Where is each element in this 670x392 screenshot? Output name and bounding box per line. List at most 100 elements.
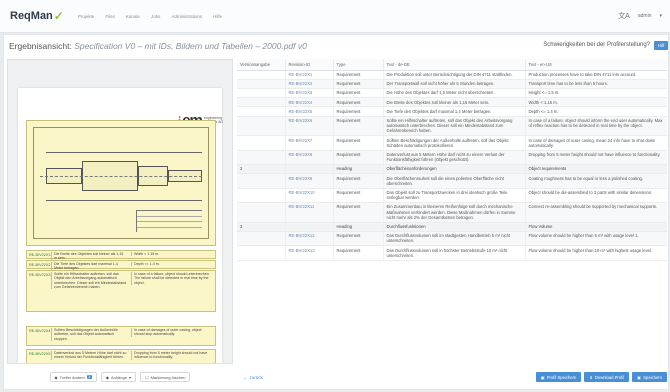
page-title-spec: Specification V0 – mit IDs, Bildern und … — [74, 41, 307, 51]
save-profile-button[interactable]: ▣ Profil Speichern — [535, 372, 582, 382]
table-heading-row[interactable]: 3 Heading Durchflussfunktionen Flow Volume — [237, 222, 667, 232]
column-header-text-en[interactable]: Text - en-US — [525, 59, 667, 71]
nav-item-channels[interactable]: Kanale — [126, 14, 140, 19]
cell-type: Heading — [333, 164, 384, 175]
page-title-prefix: Ergebnisansicht: — [9, 41, 72, 51]
table-row[interactable]: RE-BIV22X5 Requirement Die Tiefe des Objek… — [237, 106, 667, 117]
column-header-revision-id[interactable]: Revision-ID — [285, 59, 334, 71]
table-row[interactable]: RE-BIV22X10 Requirement Das Objekt soll zu… — [237, 188, 667, 203]
table-row[interactable]: RE-BIV22X1 Requirement Die Produktion soll… — [237, 70, 667, 80]
cell-version — [237, 79, 286, 89]
cell-text-de: Die Höhe des Objektes darf 1,5 Meter nic… — [383, 88, 526, 99]
cell-revision-id — [285, 222, 334, 232]
nav-item-help[interactable]: Hilfe — [213, 14, 222, 19]
cell-type: Requirement — [333, 116, 384, 137]
user-menu[interactable]: admin — [638, 13, 652, 19]
table-heading-row[interactable]: 2 Heading Oberflächenanforderungen Object r… — [237, 164, 667, 175]
cell-text-en: In case of damages of outer casing, mean… — [525, 135, 667, 151]
save-icon: ▣ — [540, 374, 545, 380]
requirement-text-en: Depth <= 1.4 m. — [131, 262, 211, 267]
cell-type: Requirement — [333, 150, 384, 165]
save-button[interactable]: ▣ Speichern — [632, 372, 667, 382]
document-requirement-row[interactable]: RE-BIV22X3 Sollte ein Hilfsschalter auft… — [26, 270, 216, 312]
column-header-text-de[interactable]: Text - de-DE — [383, 59, 526, 71]
table-row[interactable]: RE-BIV22X8 Requirement Datenverlust aus 5 … — [237, 150, 667, 165]
nav-item-files[interactable]: Files — [105, 14, 115, 19]
clear-marking-button[interactable]: ☐ Markierung löschen — [139, 372, 191, 382]
table-row[interactable]: RE-BIV22X13 Requirement Das Durchflussvolu… — [237, 245, 667, 261]
table-row[interactable]: RE-BIV22X3 Requirement Die Höhe des Objekt… — [237, 88, 667, 99]
cell-text-de: Sollten Beschädigungen der Außenhülle au… — [383, 135, 526, 151]
cell-revision-id: RE-BIV22X1 — [285, 70, 334, 80]
table-row[interactable]: RE-BIV22X7 Requirement Sollten Beschädigun… — [237, 135, 667, 151]
logo-check-icon: ✓ — [53, 9, 64, 23]
attachments-button[interactable]: ◆ Anhänge ▾ — [100, 372, 136, 382]
cell-revision-id: RE-BIV22X9 — [285, 173, 334, 189]
requirement-text-de: Sollte ein Hilfsschalter auftreten, soll… — [51, 272, 127, 290]
table-header-row: Versionsangabe Revision-ID Type Text - d… — [237, 59, 667, 71]
action-bar: ← zurück ▣ Profil Speichern ⬇ Download P… — [237, 369, 667, 385]
cell-text-de: Die Produktion soll unter Berücksichtigu… — [383, 70, 526, 80]
requirement-id: RE-BIV22X3 — [29, 273, 51, 277]
cell-text-de: Die Tiefe des Objektes darf maximal 1,4 … — [383, 106, 526, 117]
table-row[interactable]: RE-BIV22X12 Requirement Das Durchflussvolu… — [237, 231, 667, 247]
translate-icon[interactable]: 文A — [618, 11, 630, 21]
table-row[interactable]: RE-BIV22X9 Requirement Die Oberflächenrauh… — [237, 173, 667, 189]
requirements-table: Versionsangabe Revision-ID Type Text - d… — [237, 59, 667, 261]
table-row[interactable]: RE-BIV22X2 Requirement Der Transportwall s… — [237, 79, 667, 89]
document-toolbar: ◆ Treffer ändern 3 ◆ Anhänge ▾ ☐ Markier… — [7, 369, 233, 385]
cell-type: Requirement — [333, 70, 384, 80]
result-view-panel: Ergebnisansicht: Specification V0 – mit … — [3, 34, 669, 390]
attachments-label: Anhänge — [110, 374, 127, 380]
action-buttons: ▣ Profil Speichern ⬇ Download Profil ▣ S… — [535, 372, 667, 382]
cell-version — [237, 188, 286, 203]
table-body: RE-BIV22X1 Requirement Die Produktion soll… — [237, 70, 667, 261]
cell-text-en: Flow volume should be higher than 10 m³ … — [525, 245, 667, 261]
document-requirement-row[interactable]: RE-BIV22X4 Sollten Beschädigungen der Au… — [26, 326, 216, 346]
page-title: Ergebnisansicht: Specification V0 – mit … — [9, 41, 307, 51]
document-requirement-row[interactable]: RE-BIV22X5 Datenverlust aus 5 Metern Höh… — [26, 349, 216, 363]
cell-type: Requirement — [333, 88, 384, 99]
download-profile-button[interactable]: ⬇ Download Profil — [584, 372, 630, 382]
column-header-version[interactable]: Versionsangabe — [237, 59, 286, 71]
change-hits-label: Treffer ändern — [59, 374, 85, 380]
cell-text-de: Das Durchflussvolumen soll im stadtgeste… — [383, 231, 526, 247]
technical-drawing — [26, 120, 216, 246]
document-preview[interactable]: ⁝ em engineering methods AG RE-BIV22X1 D… — [7, 59, 233, 364]
cell-revision-id: RE-BIV22X6 — [285, 116, 334, 137]
nav-item-administration[interactable]: Administrations — [171, 14, 202, 19]
requirement-text-de: Datenverlust aus 5 Metern Höhe darf nich… — [51, 351, 127, 360]
nav-item-projects[interactable]: Projekte — [78, 14, 95, 19]
back-label: zurück — [249, 374, 263, 380]
requirements-table-pane[interactable]: Versionsangabe Revision-ID Type Text - d… — [237, 59, 667, 364]
requirement-id: RE-BIV22X1 — [29, 253, 51, 257]
requirement-text-en: Dropping from 5 meter height should not … — [131, 351, 211, 360]
table-row[interactable]: RE-BIV22X4 Requirement Die Breite des Obje… — [237, 97, 667, 108]
cell-text-en: In case of a failure, object should info… — [525, 116, 667, 137]
clear-marking-label: Markierung löschen — [150, 374, 186, 380]
document-requirement-row[interactable]: RE-BIV22X1 Die Breite des Objektes soll … — [26, 250, 216, 261]
save-profile-label: Profil Speichern — [546, 374, 577, 380]
back-link[interactable]: ← zurück — [243, 375, 263, 380]
cell-type: Requirement — [333, 97, 384, 108]
document-requirement-row[interactable]: RE-BIV22X2 Die Tiefe des Objektes darf m… — [26, 260, 216, 271]
column-header-type[interactable]: Type — [333, 59, 384, 71]
cell-text-en: Object requirements — [525, 164, 667, 175]
cell-revision-id: RE-BIV22X13 — [285, 245, 334, 261]
cell-revision-id: RE-BIV22X4 — [285, 97, 334, 108]
dimension-line — [46, 200, 202, 201]
table-row[interactable]: RE-BIV22X6 Requirement Sollte ein Hilfssch… — [237, 116, 667, 137]
help-button[interactable]: Hilf — [654, 41, 668, 50]
nav-item-jobs[interactable]: Jobs — [151, 14, 161, 19]
cell-version: 3 — [237, 222, 286, 232]
table-row[interactable]: RE-BIV22X11 Requirement Ein Zusammenbau in… — [237, 202, 667, 223]
cell-text-de: Oberflächenanforderungen — [383, 164, 526, 175]
reqman-logo[interactable]: Req Man ✓ — [10, 9, 64, 23]
logo-text-req: Req — [10, 10, 31, 22]
cell-text-de: Die Breite des Objektes soll kleiner als… — [383, 97, 526, 108]
chevron-down-icon[interactable]: ▾ — [659, 13, 662, 19]
cell-type: Requirement — [333, 106, 384, 117]
change-hits-button[interactable]: ◆ Treffer ändern 3 — [49, 372, 97, 382]
cell-text-de: Das Objekt soll zu Transportzwecken in d… — [383, 188, 526, 203]
cell-version — [237, 173, 286, 189]
